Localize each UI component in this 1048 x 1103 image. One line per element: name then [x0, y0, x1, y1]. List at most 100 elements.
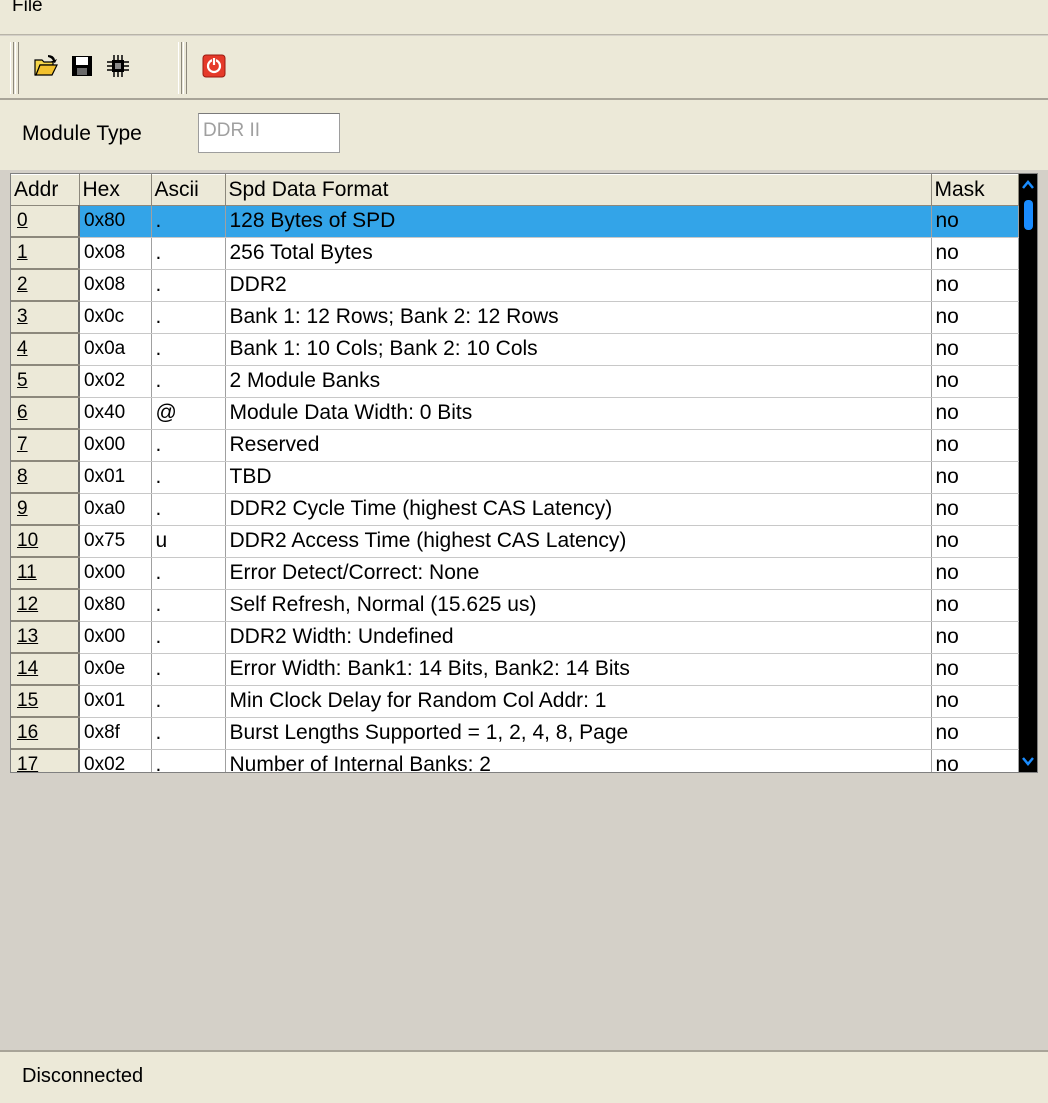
- format-cell[interactable]: Number of Internal Banks: 2: [225, 749, 932, 772]
- mask-cell[interactable]: no: [931, 525, 1019, 558]
- table-row[interactable]: 6 0x40 @ Module Data Width: 0 Bits no: [11, 397, 1019, 430]
- ascii-cell[interactable]: .: [151, 557, 226, 590]
- format-cell[interactable]: DDR2 Cycle Time (highest CAS Latency): [225, 493, 932, 526]
- table-row[interactable]: 2 0x08. DDR2 no: [11, 269, 1019, 302]
- mask-cell[interactable]: no: [931, 653, 1019, 686]
- ascii-cell[interactable]: .: [151, 429, 226, 462]
- table-row[interactable]: 3 0x0c. Bank 1: 12 Rows; Bank 2: 12 Rows no: [11, 301, 1019, 334]
- table-row[interactable]: 1 0x08. 256 Total Bytes no: [11, 237, 1019, 270]
- format-cell[interactable]: 256 Total Bytes: [225, 237, 932, 270]
- table-row[interactable]: 13 0x00. DDR2 Width: Undefined no: [11, 621, 1019, 654]
- hex-cell[interactable]: 0x00: [79, 621, 152, 654]
- format-cell[interactable]: Bank 1: 12 Rows; Bank 2: 12 Rows: [225, 301, 932, 334]
- hex-cell[interactable]: 0x02: [79, 749, 152, 772]
- ascii-cell[interactable]: .: [151, 237, 226, 270]
- ascii-cell[interactable]: .: [151, 685, 226, 718]
- header-ascii[interactable]: Ascii: [151, 174, 226, 206]
- header-mask[interactable]: Mask: [931, 174, 1019, 206]
- format-cell[interactable]: Min Clock Delay for Random Col Addr: 1: [225, 685, 932, 718]
- mask-cell[interactable]: no: [931, 237, 1019, 270]
- hex-cell[interactable]: 0x00: [79, 429, 152, 462]
- ascii-cell[interactable]: .: [151, 493, 226, 526]
- ascii-cell[interactable]: .: [151, 717, 226, 750]
- mask-cell[interactable]: no: [931, 557, 1019, 590]
- hex-cell[interactable]: 0x08: [79, 269, 152, 302]
- format-cell[interactable]: Reserved: [225, 429, 932, 462]
- ascii-cell[interactable]: @: [151, 397, 226, 430]
- header-addr[interactable]: Addr: [11, 174, 80, 206]
- format-cell[interactable]: Self Refresh, Normal (15.625 us): [225, 589, 932, 622]
- addr-cell[interactable]: 10: [11, 525, 80, 558]
- hex-cell[interactable]: 0x0e: [79, 653, 152, 686]
- mask-cell[interactable]: no: [931, 333, 1019, 366]
- ascii-cell[interactable]: .: [151, 365, 226, 398]
- ascii-cell[interactable]: .: [151, 653, 226, 686]
- mask-cell[interactable]: no: [931, 461, 1019, 494]
- mask-cell[interactable]: no: [931, 621, 1019, 654]
- addr-cell[interactable]: 0: [11, 205, 80, 238]
- format-cell[interactable]: Error Detect/Correct: None: [225, 557, 932, 590]
- toolbar-grip[interactable]: [10, 42, 14, 94]
- format-cell[interactable]: 128 Bytes of SPD: [225, 205, 932, 238]
- hex-cell[interactable]: 0x75: [79, 525, 152, 558]
- addr-cell[interactable]: 1: [11, 237, 80, 270]
- hex-cell[interactable]: 0x0a: [79, 333, 152, 366]
- table-row[interactable]: 14 0x0e. Error Width: Bank1: 14 Bits, Bank…: [11, 653, 1019, 686]
- format-cell[interactable]: 2 Module Banks: [225, 365, 932, 398]
- table-row[interactable]: 12 0x80. Self Refresh, Normal (15.625 us) n…: [11, 589, 1019, 622]
- addr-cell[interactable]: 9: [11, 493, 80, 526]
- mask-cell[interactable]: no: [931, 493, 1019, 526]
- table-row[interactable]: 9 0xa0. DDR2 Cycle Time (highest CAS Laten…: [11, 493, 1019, 526]
- vertical-scrollbar[interactable]: [1019, 174, 1037, 772]
- hex-cell[interactable]: 0x80: [79, 205, 152, 238]
- addr-cell[interactable]: 16: [11, 717, 80, 750]
- format-cell[interactable]: Error Width: Bank1: 14 Bits, Bank2: 14 B…: [225, 653, 932, 686]
- ascii-cell[interactable]: u: [151, 525, 226, 558]
- mask-cell[interactable]: no: [931, 397, 1019, 430]
- mask-cell[interactable]: no: [931, 205, 1019, 238]
- hex-cell[interactable]: 0x01: [79, 685, 152, 718]
- ascii-cell[interactable]: .: [151, 269, 226, 302]
- ascii-cell[interactable]: .: [151, 749, 226, 772]
- mask-cell[interactable]: no: [931, 365, 1019, 398]
- format-cell[interactable]: Module Data Width: 0 Bits: [225, 397, 932, 430]
- addr-cell[interactable]: 14: [11, 653, 80, 686]
- format-cell[interactable]: TBD: [225, 461, 932, 494]
- menu-file[interactable]: File: [12, 0, 43, 18]
- addr-cell[interactable]: 8: [11, 461, 80, 494]
- addr-cell[interactable]: 5: [11, 365, 80, 398]
- mask-cell[interactable]: no: [931, 301, 1019, 334]
- addr-cell[interactable]: 17: [11, 749, 80, 772]
- addr-cell[interactable]: 2: [11, 269, 80, 302]
- chip-button[interactable]: [102, 50, 134, 82]
- ascii-cell[interactable]: .: [151, 461, 226, 494]
- mask-cell[interactable]: no: [931, 429, 1019, 462]
- mask-cell[interactable]: no: [931, 749, 1019, 772]
- header-hex[interactable]: Hex: [79, 174, 152, 206]
- save-button[interactable]: [66, 50, 98, 82]
- hex-cell[interactable]: 0x01: [79, 461, 152, 494]
- table-row[interactable]: 5 0x02. 2 Module Banks no: [11, 365, 1019, 398]
- mask-cell[interactable]: no: [931, 589, 1019, 622]
- format-cell[interactable]: DDR2 Width: Undefined: [225, 621, 932, 654]
- ascii-cell[interactable]: .: [151, 301, 226, 334]
- table-row[interactable]: 17 0x02. Number of Internal Banks: 2 no: [11, 749, 1019, 772]
- disconnect-button[interactable]: [198, 50, 230, 82]
- ascii-cell[interactable]: .: [151, 333, 226, 366]
- addr-cell[interactable]: 12: [11, 589, 80, 622]
- table-row[interactable]: 0 0x80. 128 Bytes of SPD no: [11, 205, 1019, 238]
- hex-cell[interactable]: 0x0c: [79, 301, 152, 334]
- format-cell[interactable]: Bank 1: 10 Cols; Bank 2: 10 Cols: [225, 333, 932, 366]
- mask-cell[interactable]: no: [931, 269, 1019, 302]
- hex-cell[interactable]: 0x8f: [79, 717, 152, 750]
- ascii-cell[interactable]: .: [151, 589, 226, 622]
- addr-cell[interactable]: 3: [11, 301, 80, 334]
- open-button[interactable]: [30, 50, 62, 82]
- ascii-cell[interactable]: .: [151, 205, 226, 238]
- hex-cell[interactable]: 0x00: [79, 557, 152, 590]
- toolbar-grip[interactable]: [15, 42, 19, 94]
- scrollbar-thumb[interactable]: [1024, 200, 1033, 230]
- addr-cell[interactable]: 15: [11, 685, 80, 718]
- hex-cell[interactable]: 0x08: [79, 237, 152, 270]
- format-cell[interactable]: DDR2 Access Time (highest CAS Latency): [225, 525, 932, 558]
